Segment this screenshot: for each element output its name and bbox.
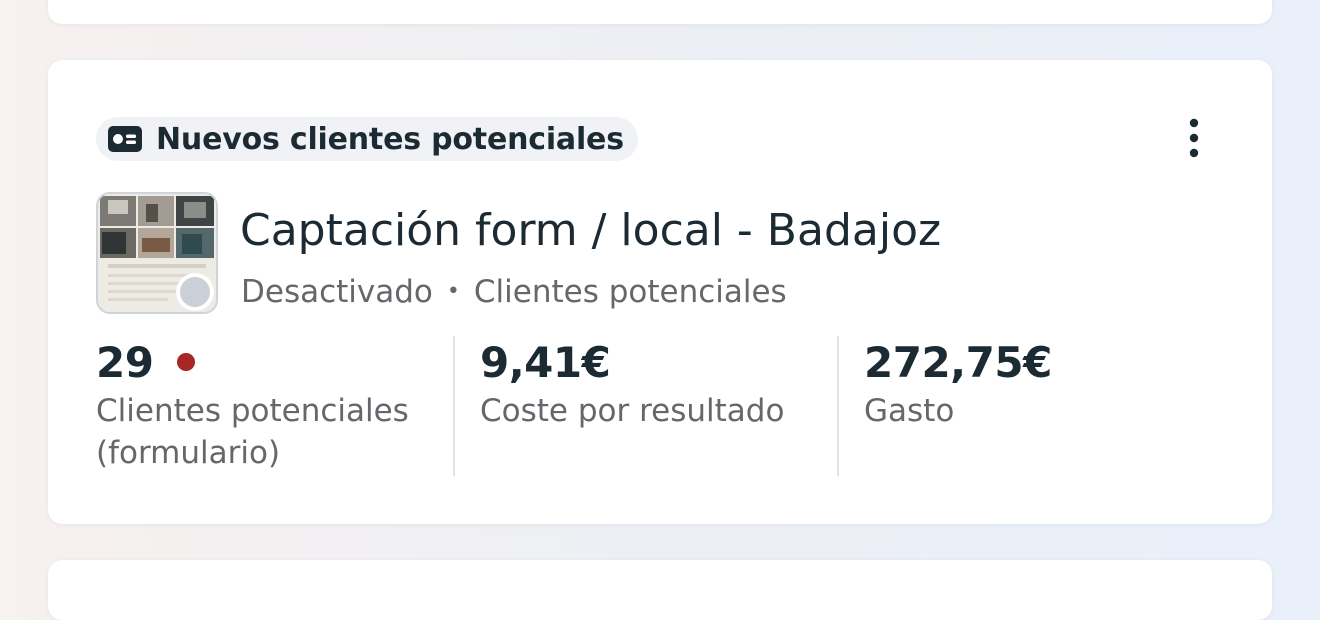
objective-badge: Nuevos clientes potenciales [96,117,638,161]
meta-separator: • [446,279,460,304]
metric-leads[interactable]: 29 Clientes potenciales (formulario) [96,336,456,474]
metric-spend[interactable]: 272,75€ Gasto [864,336,1204,432]
campaign-objective-type: Clientes potenciales [473,274,787,310]
more-vertical-icon [1189,118,1199,158]
metric-cost-per-result[interactable]: 9,41€ Coste por resultado [480,336,830,432]
metric-label: Gasto [864,393,955,429]
metric-divider [453,336,455,476]
metric-label: Clientes potenciales (formulario) [96,393,409,471]
campaign-status: Desactivado [241,274,433,310]
status-inactive-dot [180,277,210,307]
alert-dot [177,353,196,371]
status-indicator [176,273,214,311]
metric-value: 9,41€ [480,337,611,387]
metric-divider [837,336,839,476]
campaign-meta: Desactivado • Clientes potenciales [241,272,787,312]
metric-value: 29 [96,337,154,387]
more-options-button[interactable] [1172,116,1216,160]
metric-value: 272,75€ [864,337,1052,387]
objective-label: Nuevos clientes potenciales [156,121,624,157]
next-card [48,560,1272,620]
lead-form-icon [108,126,142,152]
campaign-name[interactable]: Captación form / local - Badajoz [240,202,941,260]
metric-label: Coste por resultado [480,393,785,429]
campaign-card[interactable]: Nuevos clientes potenciales Captación fo… [48,60,1272,524]
previous-card [48,0,1272,24]
